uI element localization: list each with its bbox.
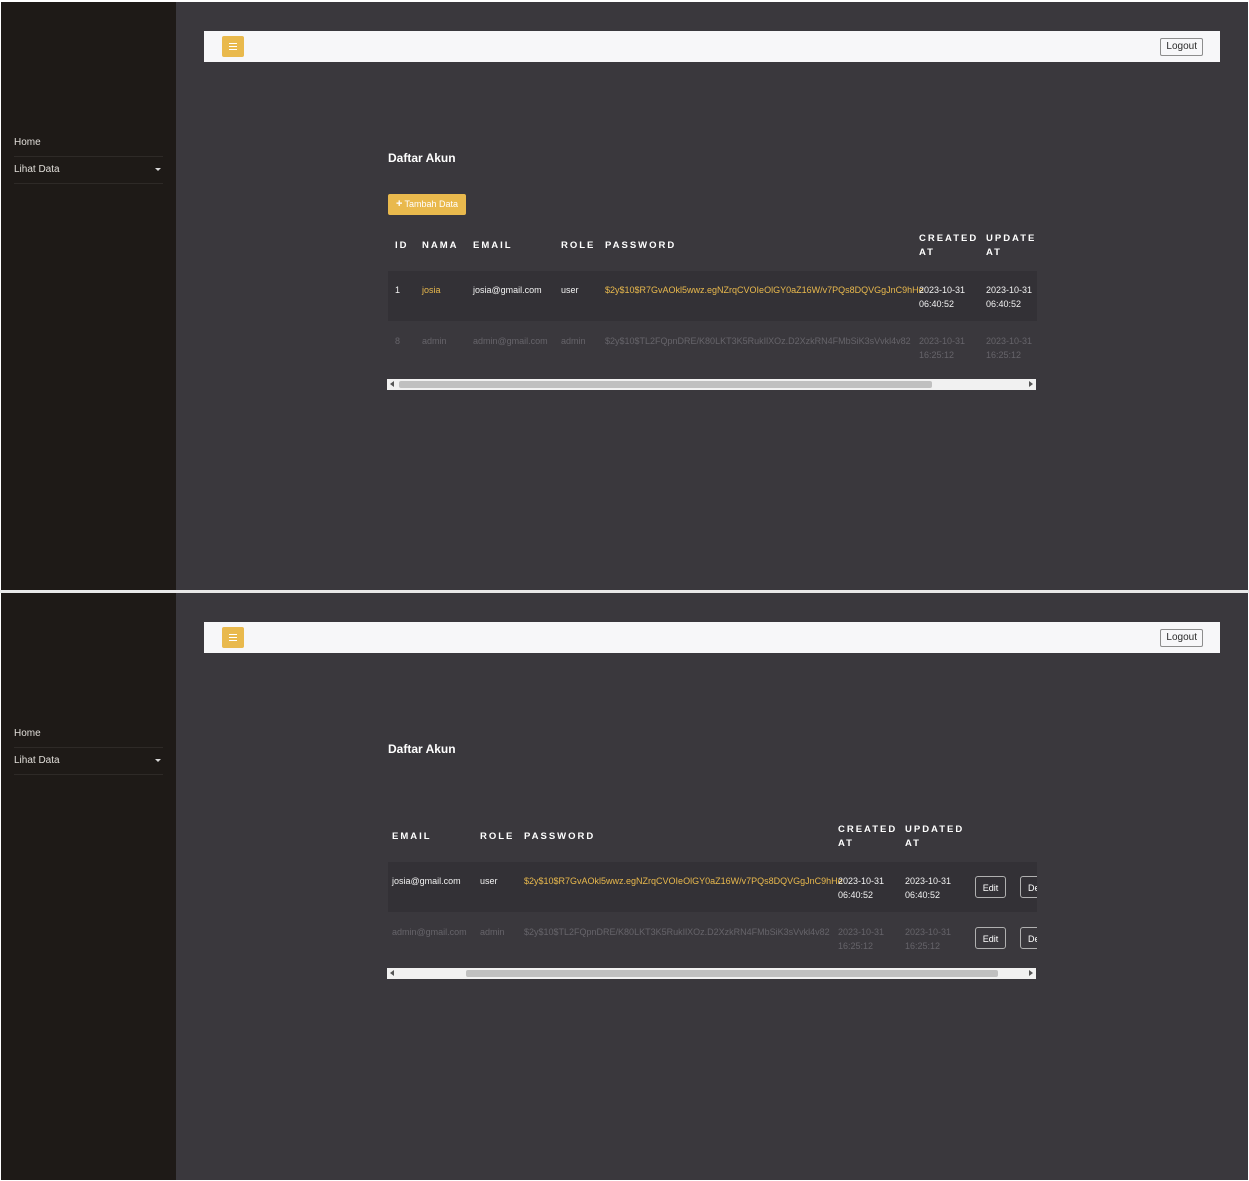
- header-nama: NAMA: [422, 240, 459, 251]
- cell-role: admin: [561, 336, 586, 346]
- delete-button[interactable]: De: [1020, 876, 1037, 898]
- logout-button[interactable]: Logout: [1160, 629, 1203, 647]
- cell-email: admin@gmail.com: [392, 927, 467, 937]
- sidebar-item-label: Lihat Data: [14, 755, 60, 766]
- cell-email: admin@gmail.com: [473, 336, 548, 346]
- sidebar-item-label: Lihat Data: [14, 164, 60, 175]
- header-password: PASSWORD: [524, 831, 596, 842]
- screen-panel-1: Home Lihat Data Logout Daftar Akun + Tamb…: [1, 2, 1248, 590]
- sidebar-item-lihat-data[interactable]: Lihat Data: [14, 156, 163, 184]
- header-email: EMAIL: [392, 831, 432, 842]
- sidebar-item-home[interactable]: Home: [14, 130, 163, 156]
- scroll-right-arrow-icon[interactable]: [1029, 970, 1033, 976]
- add-data-button[interactable]: + Tambah Data: [388, 194, 466, 215]
- cell-role: admin: [480, 927, 505, 937]
- header-id: ID: [395, 240, 409, 251]
- cell-role: user: [480, 876, 498, 886]
- cell-password: $2y$10$R7GvAOkl5wwz.egNZrqCVOIeOlGY0aZ16…: [524, 876, 843, 886]
- scroll-left-arrow-icon[interactable]: [390, 381, 394, 387]
- cell-role: user: [561, 285, 579, 295]
- sidebar-item-home[interactable]: Home: [14, 721, 163, 747]
- edit-button[interactable]: Edit: [975, 927, 1006, 949]
- edit-button[interactable]: Edit: [975, 876, 1006, 898]
- accounts-table-scroll: ID NAMA EMAIL ROLE PASSWORD CREATED AT UP…: [388, 221, 1037, 365]
- caret-down-icon: [155, 759, 161, 762]
- caret-down-icon: [155, 168, 161, 171]
- header-password: PASSWORD: [605, 240, 677, 251]
- sidebar: Home Lihat Data: [1, 2, 176, 590]
- horizontal-scrollbar[interactable]: [387, 379, 1036, 390]
- cell-password: $2y$10$TL2FQpnDRE/K80LKT3K5RukIlXOz.D2Xz…: [524, 927, 830, 937]
- header-created-at: CREATED AT: [838, 824, 898, 849]
- cell-created-at: 2023-10-31 16:25:12: [838, 927, 885, 951]
- sidebar: Home Lihat Data: [1, 593, 176, 1180]
- page-title: Daftar Akun: [388, 151, 456, 165]
- cell-updated-at: 2023-10-31 16:25:12: [986, 336, 1033, 360]
- cell-nama: josia: [422, 285, 441, 295]
- cell-created-at: 2023-10-31 06:40:52: [838, 876, 885, 900]
- top-navbar: Logout: [204, 31, 1220, 62]
- header-email: EMAIL: [473, 240, 513, 251]
- cell-password: $2y$10$TL2FQpnDRE/K80LKT3K5RukIlXOz.D2Xz…: [605, 336, 911, 346]
- cell-created-at: 2023-10-31 16:25:12: [919, 336, 966, 360]
- horizontal-scrollbar[interactable]: [387, 968, 1036, 979]
- screen-panel-2: Home Lihat Data Logout Daftar Akun EMAIL…: [1, 593, 1248, 1180]
- cell-password: $2y$10$R7GvAOkl5wwz.egNZrqCVOIeOlGY0aZ16…: [605, 285, 924, 295]
- cell-updated-at: 2023-10-31 16:25:12: [905, 927, 952, 951]
- plus-icon: +: [396, 198, 403, 210]
- scroll-left-arrow-icon[interactable]: [390, 970, 394, 976]
- cell-updated-at: 2023-10-31 06:40:52: [905, 876, 952, 900]
- hamburger-icon[interactable]: [222, 36, 244, 57]
- accounts-table-scroll: EMAIL ROLE PASSWORD CREATED AT UPDATED AT …: [388, 812, 1037, 956]
- sidebar-item-lihat-data[interactable]: Lihat Data: [14, 747, 163, 775]
- page-title: Daftar Akun: [388, 742, 456, 756]
- header-created-at: CREATED AT: [919, 233, 979, 258]
- scroll-right-arrow-icon[interactable]: [1029, 381, 1033, 387]
- delete-button[interactable]: De: [1020, 927, 1037, 949]
- top-navbar: Logout: [204, 622, 1220, 653]
- sidebar-item-label: Home: [14, 137, 41, 148]
- cell-updated-at: 2023-10-31 06:40:52: [986, 285, 1033, 309]
- header-updated-at: UPDATEDAT: [905, 824, 965, 849]
- header-role: ROLE: [480, 831, 515, 842]
- add-data-label: Tambah Data: [404, 199, 458, 209]
- cell-id: 1: [395, 285, 401, 295]
- scrollbar-thumb[interactable]: [399, 381, 932, 388]
- hamburger-icon[interactable]: [222, 627, 244, 648]
- header-role: ROLE: [561, 240, 596, 251]
- header-updated-at: UPDATEDAT: [986, 233, 1037, 258]
- cell-email: josia@gmail.com: [473, 285, 542, 295]
- cell-email: josia@gmail.com: [392, 876, 461, 886]
- cell-nama: admin: [422, 336, 447, 346]
- sidebar-item-label: Home: [14, 728, 41, 739]
- cell-id: 8: [395, 336, 401, 346]
- cell-created-at: 2023-10-31 06:40:52: [919, 285, 966, 309]
- logout-button[interactable]: Logout: [1160, 38, 1203, 56]
- scrollbar-thumb[interactable]: [466, 970, 998, 977]
